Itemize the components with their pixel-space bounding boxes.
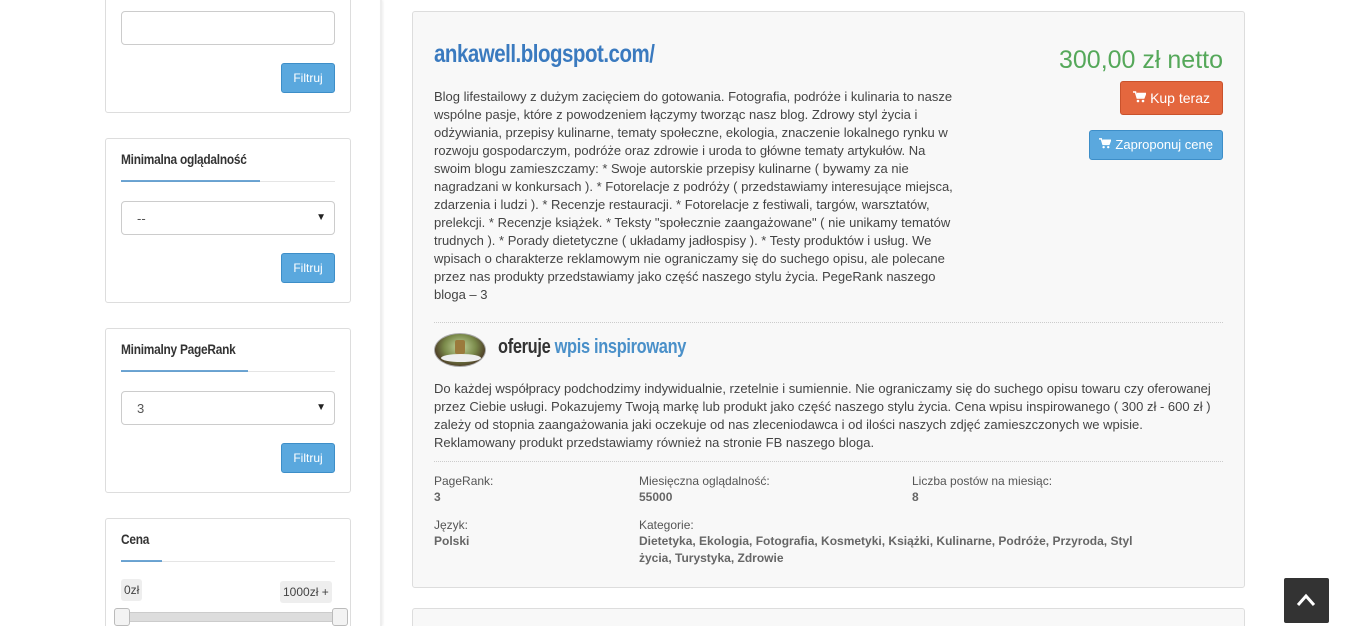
price-filter-divider: [121, 560, 335, 562]
listing-description: Blog lifestailowy z dużym zacięciem do g…: [434, 89, 953, 302]
price-range-slider[interactable]: [114, 608, 348, 626]
price-filter-title: Cena: [121, 531, 150, 547]
price-min-handle[interactable]: [114, 608, 130, 626]
posts-value: 8: [912, 490, 919, 504]
listing-title-link[interactable]: ankawell.blogspot.com/: [434, 40, 655, 69]
categories-value: Dietetyka, Ekologia, Fotografia, Kosmety…: [639, 534, 1133, 565]
pagerank-label: PageRank:: [434, 474, 494, 488]
offer-type-link[interactable]: wpis inspirowany: [555, 336, 687, 358]
scroll-to-top-button[interactable]: [1284, 578, 1329, 623]
filter-text-input[interactable]: [121, 11, 335, 45]
divider: [434, 461, 1223, 462]
price-max-handle[interactable]: [332, 608, 348, 626]
pagerank-select[interactable]: 3 ▼: [121, 391, 335, 425]
views-filter-button[interactable]: Filtruj: [281, 253, 335, 283]
language-label: Język:: [434, 518, 469, 532]
pagerank-filter-divider: [121, 370, 335, 372]
filter-widget-top: Filtruj: [105, 0, 351, 113]
views-filter-title: Minimalna oglądalność: [121, 151, 247, 167]
views-value: 55000: [639, 490, 673, 504]
price-max-label: 1000zł +: [280, 581, 332, 603]
pagerank-select-value: 3: [137, 401, 145, 416]
chevron-up-icon: [1296, 593, 1316, 606]
pagerank-filter-button[interactable]: Filtruj: [281, 443, 335, 473]
next-listing-card: [412, 608, 1245, 626]
buy-now-label: Kup teraz: [1150, 90, 1210, 106]
column-divider: [380, 0, 382, 626]
price-min-label: 0zł: [121, 579, 143, 601]
buy-now-button[interactable]: Kup teraz: [1120, 81, 1223, 115]
categories-label: Kategorie:: [639, 518, 694, 532]
propose-price-label: Zaproponuj cenę: [1115, 137, 1213, 152]
pagerank-value: 3: [434, 490, 441, 504]
offer-prefix: oferuje: [498, 336, 551, 358]
views-filter-widget: Minimalna oglądalność -- ▼ Filtruj: [105, 138, 351, 303]
views-filter-divider: [121, 180, 335, 182]
views-select-value: --: [137, 211, 146, 226]
offer-description: Do każdej współpracy podchodzimy indywid…: [434, 381, 1211, 450]
pagerank-filter-title: Minimalny PageRank: [121, 341, 236, 357]
chevron-down-icon: ▼: [316, 212, 326, 223]
posts-label: Liczba postów na miesiąc:: [912, 474, 1053, 488]
listing-card: ankawell.blogspot.com/ 300,00 zł netto K…: [412, 11, 1245, 588]
propose-price-button[interactable]: Zaproponuj cenę: [1089, 130, 1223, 160]
price-filter-widget: Cena 0zł 1000zł +: [105, 518, 351, 626]
cart-icon: [1099, 131, 1112, 159]
filter-button-top[interactable]: Filtruj: [281, 63, 335, 93]
offer-thumbnail: [434, 333, 486, 367]
language-value: Polski: [434, 534, 470, 548]
views-label: Miesięczna oglądalność:: [639, 474, 770, 488]
chevron-down-icon: ▼: [316, 402, 326, 413]
divider: [434, 322, 1223, 323]
listing-price: 300,00 zł netto: [1058, 46, 1223, 74]
views-select[interactable]: -- ▼: [121, 201, 335, 235]
offer-heading: oferuje wpis inspirowany: [498, 336, 686, 359]
pagerank-filter-widget: Minimalny PageRank 3 ▼ Filtruj: [105, 328, 351, 493]
cart-icon: [1133, 82, 1147, 114]
